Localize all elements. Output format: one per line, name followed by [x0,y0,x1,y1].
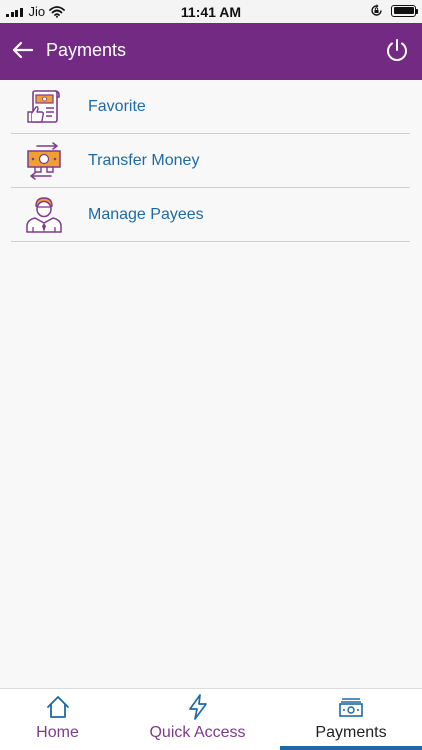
page-title: Payments [46,40,127,60]
menu-item-manage-payees[interactable]: Manage Payees [11,188,410,242]
favorite-bill-icon [27,89,60,123]
home-icon [46,696,69,718]
menu-item-favorite[interactable]: Favorite [11,80,410,134]
transfer-money-icon [27,141,61,180]
status-bar: Jio 11:41 AM [0,0,422,23]
battery-icon [391,4,418,17]
payee-person-icon [26,196,62,233]
nav-item-quick-access[interactable]: Quick Access [115,689,280,750]
payments-menu: Favorite Transfer Money Manage Payees [0,80,422,242]
banknote-icon [339,698,363,717]
menu-item-label: Manage Payees [88,205,204,223]
app-header: Payments [0,23,422,80]
menu-item-label: Favorite [88,97,146,115]
lightning-icon [188,694,207,720]
menu-item-transfer-money[interactable]: Transfer Money [11,134,410,188]
arrow-left-icon[interactable] [10,37,36,63]
nav-item-home[interactable]: Home [0,689,115,750]
menu-item-label: Transfer Money [88,151,200,169]
orientation-lock-icon [371,4,382,16]
status-time: 11:41 AM [180,4,242,20]
bottom-nav: Home Quick Access Payments [0,688,422,750]
nav-label: Home [36,724,79,741]
nav-label: Quick Access [149,724,246,741]
power-icon[interactable] [384,37,410,63]
nav-label: Payments [315,724,387,741]
status-right [370,4,418,17]
active-tab-indicator [280,746,422,750]
nav-item-payments[interactable]: Payments [280,689,422,750]
payments-screen: Jio 11:41 AM Payments Favorite Transfer … [0,0,422,750]
